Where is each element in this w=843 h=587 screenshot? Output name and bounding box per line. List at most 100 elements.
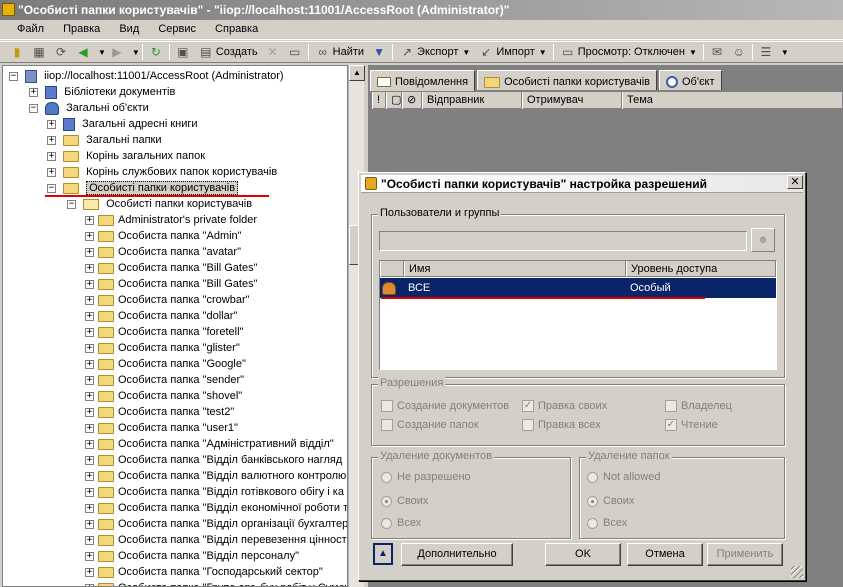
- perm-edit-own[interactable]: ✓ Правка своих: [522, 400, 607, 413]
- tree-item-personal-selected[interactable]: − Особисті папки користувачів: [47, 180, 239, 196]
- expand-icon[interactable]: +: [85, 567, 94, 577]
- tree-item-shared-folders[interactable]: + Загальні папки: [47, 132, 162, 148]
- expand-icon[interactable]: +: [85, 423, 94, 433]
- expand-icon[interactable]: +: [85, 471, 94, 481]
- save-icon[interactable]: ▣: [175, 44, 191, 60]
- tree-item-service-root[interactable]: + Корінь службових папок користувачів: [47, 164, 277, 180]
- resize-grip[interactable]: [791, 566, 803, 578]
- folder-tree[interactable]: − iiop://localhost:11001/AccessRoot (Adm…: [2, 65, 348, 587]
- expand-icon[interactable]: +: [85, 519, 94, 529]
- tree-item-personal-folder[interactable]: + Особиста папка "Admin": [85, 228, 242, 244]
- back-arrow-icon[interactable]: ◀: [75, 44, 91, 60]
- tree-item-personal-folder[interactable]: + Особиста папка "Відділ валютного контро…: [85, 468, 346, 484]
- address-book-icon[interactable]: ☺: [731, 44, 747, 60]
- tree-root[interactable]: − iiop://localhost:11001/AccessRoot (Adm…: [9, 68, 284, 84]
- user-picker-button[interactable]: ☻: [751, 228, 775, 252]
- collapse-icon[interactable]: −: [9, 71, 18, 81]
- tree-item-personal-folder[interactable]: + Особиста папка "Відділ персоналу": [85, 548, 299, 564]
- tree-item-personal-folder[interactable]: + Особиста папка "Господарський сектор": [85, 564, 323, 580]
- close-icon[interactable]: ✕: [787, 175, 803, 189]
- acl-col-level[interactable]: Уровень доступа: [626, 261, 776, 277]
- expand-icon[interactable]: +: [85, 327, 94, 337]
- tab-object[interactable]: Об'єкт: [658, 70, 722, 90]
- tab-personal-folders[interactable]: Особисті папки користувачів: [477, 70, 657, 90]
- tree-item-address-books[interactable]: + Загальні адресні книги: [47, 116, 198, 132]
- expand-icon[interactable]: +: [47, 167, 56, 177]
- delete-icon[interactable]: ✕: [265, 44, 281, 60]
- tree-item-personal-folder[interactable]: + Особиста папка "Відділ перевезення цінн…: [85, 532, 347, 548]
- scroll-up-icon[interactable]: ▲: [349, 65, 365, 81]
- grid-icon[interactable]: ▦: [31, 44, 47, 60]
- tree-item-libraries[interactable]: + Бібліотеки документів: [29, 84, 175, 100]
- tree-item-personal-folder[interactable]: + Особиста папка "glister": [85, 340, 240, 356]
- expand-icon[interactable]: +: [29, 87, 38, 97]
- menu-help[interactable]: Справка: [206, 20, 265, 35]
- expand-icon[interactable]: +: [85, 535, 94, 545]
- tab-messages[interactable]: Повідомлення: [370, 70, 476, 91]
- expand-icon[interactable]: +: [85, 375, 94, 385]
- expand-icon[interactable]: +: [85, 343, 94, 353]
- expand-icon[interactable]: +: [85, 551, 94, 561]
- tree-item-personal-folder[interactable]: +Особиста папка "Група орг.-бух.робіт у …: [85, 580, 347, 586]
- menu-view[interactable]: Вид: [110, 20, 146, 35]
- collapse-icon[interactable]: −: [47, 183, 56, 193]
- perm-create-docs[interactable]: Создание документов: [381, 400, 509, 413]
- col-priority[interactable]: !: [372, 92, 386, 109]
- expand-icon[interactable]: +: [85, 583, 94, 586]
- perm-owner[interactable]: Владелец: [665, 400, 732, 413]
- collapse-icon[interactable]: −: [29, 103, 38, 113]
- filter-icon[interactable]: ▼: [371, 44, 387, 60]
- expand-icon[interactable]: +: [85, 311, 94, 321]
- expand-icon[interactable]: +: [85, 231, 94, 241]
- tree-item-personal-folder[interactable]: + Особиста папка "shovel": [85, 388, 242, 404]
- message-grid-body[interactable]: [372, 109, 843, 179]
- col-subject[interactable]: Тема: [622, 92, 843, 109]
- expand-icon[interactable]: +: [85, 503, 94, 513]
- folders-icon[interactable]: ▮: [9, 44, 25, 60]
- forward-arrow-icon[interactable]: ▶: [109, 44, 125, 60]
- more-button[interactable]: Дополнительно: [401, 543, 513, 566]
- collapse-icon[interactable]: −: [67, 199, 76, 209]
- tree-item-personal-folder[interactable]: + Особиста папка "Відділ організації бухг…: [85, 516, 347, 532]
- col-sender[interactable]: Відправник: [422, 92, 522, 109]
- acl-list[interactable]: Имя Уровень доступа ВСЕ Особый: [379, 260, 777, 370]
- expand-icon[interactable]: +: [85, 455, 94, 465]
- refresh-icon[interactable]: ↻: [148, 44, 164, 60]
- tree-item-personal-folder[interactable]: + Особиста папка "Bill Gates": [85, 276, 257, 292]
- acl-col-name[interactable]: Имя: [404, 261, 626, 277]
- mail-icon[interactable]: ✉: [709, 44, 725, 60]
- options-icon[interactable]: ☰: [758, 44, 774, 60]
- col-doc-icon[interactable]: ▢: [386, 92, 402, 109]
- expand-icon[interactable]: +: [47, 119, 56, 129]
- menu-file[interactable]: Файл: [0, 20, 51, 35]
- tree-item-personal-folder[interactable]: + Особиста папка "avatar": [85, 244, 241, 260]
- export-button[interactable]: ↗ Экспорт ▼: [397, 44, 472, 60]
- delete-folders-own[interactable]: Своих: [587, 495, 634, 507]
- tree-item-personal-folder[interactable]: + Особиста папка "user1": [85, 420, 238, 436]
- collapse-up-button[interactable]: ▲: [373, 543, 393, 565]
- tree-item-personal-folder[interactable]: + Особиста папка "Bill Gates": [85, 260, 257, 276]
- tree-item-personal-folder[interactable]: + Особиста папка "dollar": [85, 308, 237, 324]
- expand-icon[interactable]: +: [85, 359, 94, 369]
- cancel-button[interactable]: Отмена: [627, 543, 703, 566]
- perm-create-folders[interactable]: Создание папок: [381, 419, 479, 432]
- expand-icon[interactable]: +: [85, 247, 94, 257]
- perm-read[interactable]: ✓ Чтение: [665, 419, 718, 432]
- expand-icon[interactable]: +: [85, 407, 94, 417]
- perm-edit-all[interactable]: Правка всех: [522, 419, 601, 432]
- expand-icon[interactable]: +: [47, 135, 56, 145]
- expand-icon[interactable]: +: [85, 487, 94, 497]
- user-field[interactable]: [379, 231, 747, 251]
- expand-icon[interactable]: +: [85, 279, 94, 289]
- delete-folders-none[interactable]: Not allowed: [587, 471, 660, 483]
- tree-item-personal-folder[interactable]: + Особиста папка "Відділ банківського наг…: [85, 452, 342, 468]
- expand-icon[interactable]: +: [85, 215, 94, 225]
- tree-item-personal-folder[interactable]: + Administrator's private folder: [85, 212, 257, 228]
- expand-icon[interactable]: +: [47, 151, 56, 161]
- menu-service[interactable]: Сервис: [149, 20, 203, 35]
- expand-icon[interactable]: +: [85, 391, 94, 401]
- tree-item-personal-folder[interactable]: + Особиста папка "sender": [85, 372, 244, 388]
- open-folder-icon[interactable]: ▭: [287, 44, 303, 60]
- expand-icon[interactable]: +: [85, 263, 94, 273]
- tree-item-personal-folder[interactable]: + Особиста папка "Адміністративний відділ…: [85, 436, 334, 452]
